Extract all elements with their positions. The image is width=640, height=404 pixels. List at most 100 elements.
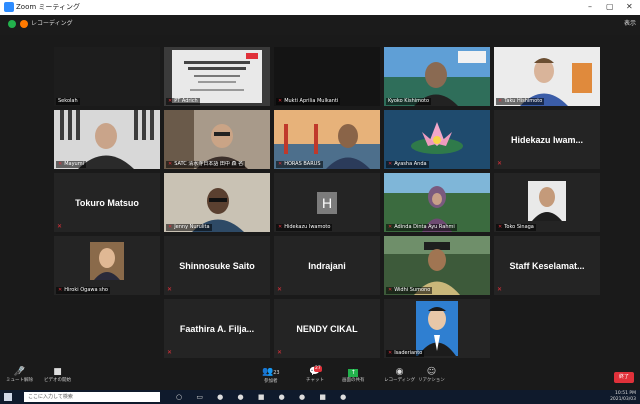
participant-tile-active-speaker[interactable]: ✕ Taku Hishimoto <box>494 47 600 106</box>
participant-name: ✕ HORAS BARUS <box>276 161 323 168</box>
minimize-button[interactable]: – <box>588 2 592 12</box>
close-button[interactable]: ✕ <box>626 2 633 12</box>
share-screen-button[interactable]: ↑ 画面の共有 <box>342 366 365 384</box>
security-shield-icon[interactable] <box>8 20 16 28</box>
muted-mic-icon: ✕ <box>497 160 503 167</box>
participant-tile[interactable]: ✕ Jenny Nurulita <box>164 173 270 232</box>
muted-mic-icon: ✕ <box>58 287 63 293</box>
participant-tile[interactable]: Sekolah <box>54 47 160 106</box>
zoom-app-icon <box>4 2 14 12</box>
gallery-grid: Sekolah ✕ PT Adrich ✕ Mukti Aprilia Mulkan… <box>54 47 602 359</box>
participant-tile[interactable]: ✕ Widhi Sumono <box>384 236 490 295</box>
participant-tile[interactable]: ✕ Toko Sinaga <box>494 173 600 232</box>
muted-mic-icon: ✕ <box>278 224 283 230</box>
participant-name: ✕ Ayasha Anda <box>386 161 429 168</box>
participant-name: ✕ Mukti Aprilia Mulkanti <box>276 98 341 105</box>
participant-tile[interactable]: NENDY CIKAL ✕ <box>274 299 380 358</box>
participant-name: ✕ Adinda Dinta Ayu Rahmi <box>386 224 457 231</box>
participant-name: Sekolah <box>56 98 80 105</box>
chat-button[interactable]: 💬 27 チャット <box>306 366 324 384</box>
participant-display-name: Staff Keselamat... <box>509 260 585 271</box>
participant-tile[interactable]: Hidekazu Iwam... ✕ <box>494 110 600 169</box>
participant-name: ✕ Toko Sinaga <box>496 224 536 231</box>
participant-name: ✕ PT Adrich <box>166 98 200 105</box>
recording-icon <box>20 20 28 28</box>
muted-mic-icon: ✕ <box>498 98 503 104</box>
chat-unread-badge: 27 <box>314 366 322 372</box>
unmute-button[interactable]: 🎤̸ ミュート解除 <box>6 366 33 384</box>
participant-display-name: Indrajani <box>308 260 346 271</box>
end-meeting-button[interactable]: 終了 <box>614 372 634 383</box>
muted-mic-icon: 🎤̸ <box>13 367 26 377</box>
participant-tile[interactable]: Indrajani ✕ <box>274 236 380 295</box>
muted-mic-icon: ✕ <box>167 349 173 356</box>
meeting-toolbar: 🎤̸ ミュート解除 ■ ビデオの開始 👥23 参加者 💬 27 チャット ↑ 画… <box>0 364 640 390</box>
muted-mic-icon: ✕ <box>168 161 173 167</box>
record-icon: ◉ <box>395 367 404 377</box>
participant-tile[interactable]: ✕ Adinda Dinta Ayu Rahmi <box>384 173 490 232</box>
participant-name: ✕ Hidekazu Iwamoto <box>276 224 333 231</box>
record-button[interactable]: ◉ レコーディング <box>384 366 415 384</box>
windows-start-icon[interactable] <box>4 393 12 401</box>
participant-name: ✕ Taku Hishimoto <box>496 98 545 105</box>
muted-mic-icon: ✕ <box>497 286 503 293</box>
participant-tile[interactable]: ✕ HORAS BARUS <box>274 110 380 169</box>
participant-display-name: NENDY CIKAL <box>296 323 358 334</box>
participant-name: ✕ SATC 清水寺日本語 田中 森 名 <box>166 161 246 168</box>
participant-tile[interactable]: Shinnosuke Saito ✕ <box>164 236 270 295</box>
recording-label: レコーディング <box>31 20 73 27</box>
taskbar-search-input[interactable]: ここに入力して検索 <box>24 392 160 402</box>
participant-tile[interactable]: Tokuro Matsuo ✕ <box>54 173 160 232</box>
muted-mic-icon: ✕ <box>277 286 283 293</box>
participant-name: Kyoko Kishimoto <box>386 98 432 105</box>
muted-mic-icon: ✕ <box>278 161 283 167</box>
participant-name: ✕ Isaderianto <box>386 350 425 357</box>
participant-name: ✕ Widhi Sumono <box>386 287 433 294</box>
participant-tile[interactable]: Kyoko Kishimoto <box>384 47 490 106</box>
participant-name: ✕ Mayumi <box>56 161 86 168</box>
muted-mic-icon: ✕ <box>167 286 173 293</box>
taskbar-app-icons[interactable]: ○ ▭ ● ● ■ ● ● ■ ● <box>176 392 352 402</box>
participant-tile[interactable]: ✕ Hiroki Ogawa sho <box>54 236 160 295</box>
participant-tile[interactable]: H ✕ Hidekazu Iwamoto <box>274 173 380 232</box>
participant-display-name: Hidekazu Iwam... <box>510 134 584 145</box>
muted-mic-icon: ✕ <box>278 98 283 104</box>
muted-mic-icon: ✕ <box>388 350 393 356</box>
view-button[interactable]: 表示 <box>624 19 636 29</box>
maximize-button[interactable]: ▢ <box>606 2 614 12</box>
participant-tile[interactable]: ✕ Isaderianto <box>384 299 490 358</box>
participant-initial-avatar: H <box>317 192 337 214</box>
reaction-icon: ☺ <box>426 367 437 377</box>
participant-tile[interactable]: ✕ PT Adrich <box>164 47 270 106</box>
muted-mic-icon: ✕ <box>168 98 173 104</box>
muted-mic-icon: ✕ <box>388 224 393 230</box>
muted-mic-icon: ✕ <box>388 161 393 167</box>
participant-tile[interactable]: Faathira A. Filja... ✕ <box>164 299 270 358</box>
participant-tile[interactable]: ✕ Mayumi <box>54 110 160 169</box>
start-video-button[interactable]: ■ ビデオの開始 <box>44 366 71 384</box>
participants-icon: 👥23 <box>262 367 280 377</box>
share-screen-icon: ↑ <box>342 366 365 378</box>
muted-mic-icon: ✕ <box>388 287 393 293</box>
muted-mic-icon: ✕ <box>277 349 283 356</box>
muted-mic-icon: ✕ <box>57 223 63 230</box>
participant-tile[interactable]: Staff Keselamat... ✕ <box>494 236 600 295</box>
video-off-icon: ■ <box>53 367 62 377</box>
meeting-topbar: レコーディング 表示 <box>0 15 640 35</box>
participant-tile[interactable]: ✕ SATC 清水寺日本語 田中 森 名 <box>164 110 270 169</box>
participant-name: ✕ Jenny Nurulita <box>166 224 212 231</box>
system-tray-clock[interactable]: 10:51 PM 2021/03/03 <box>610 391 636 403</box>
participant-display-name: Shinnosuke Saito <box>179 260 255 271</box>
muted-mic-icon: ✕ <box>168 224 173 230</box>
window-title: Zoom ミーティング <box>16 3 80 11</box>
participant-display-name: Tokuro Matsuo <box>75 197 139 208</box>
participant-display-name: Faathira A. Filja... <box>179 323 255 334</box>
participant-name: ✕ Hiroki Ogawa sho <box>56 287 110 294</box>
window-titlebar: Zoom ミーティング – ▢ ✕ <box>0 0 640 15</box>
participants-button[interactable]: 👥23 参加者 <box>262 366 280 385</box>
participant-tile[interactable]: ✕ Mukti Aprilia Mulkanti <box>274 47 380 106</box>
reactions-button[interactable]: ☺ リアクション <box>418 366 445 384</box>
muted-mic-icon: ✕ <box>58 161 63 167</box>
participant-tile[interactable]: ✕ Ayasha Anda <box>384 110 490 169</box>
windows-taskbar: ここに入力して検索 ○ ▭ ● ● ■ ● ● ■ ● 10:51 PM 202… <box>0 390 640 404</box>
